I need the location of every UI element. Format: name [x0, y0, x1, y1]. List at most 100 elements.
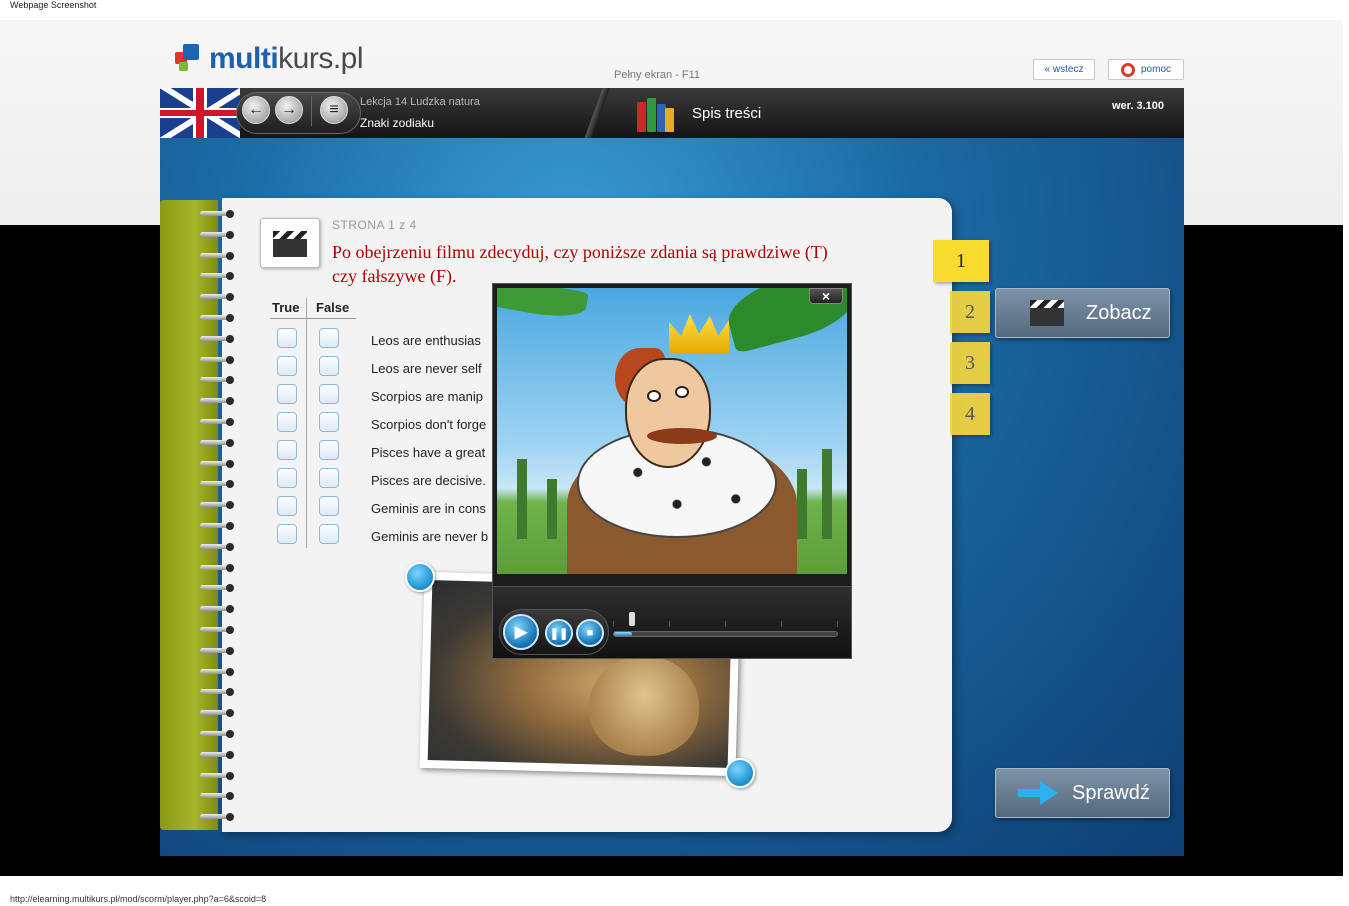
spiral-ring — [200, 272, 236, 281]
spiral-ring — [200, 646, 236, 655]
header-underline — [270, 318, 356, 319]
nav-divider — [311, 96, 312, 126]
books-icon[interactable] — [635, 96, 675, 132]
logo-mark-icon — [175, 44, 205, 74]
help-button-label: pomoc — [1140, 64, 1171, 75]
question-text: Scorpios are manip — [371, 389, 483, 404]
page-tab-2[interactable]: 2 — [950, 291, 990, 333]
false-checkbox[interactable] — [319, 384, 339, 404]
exercise-type-icon — [260, 218, 320, 268]
spiral-ring — [200, 522, 236, 530]
column-divider — [306, 298, 307, 548]
video-frame[interactable]: × — [497, 288, 847, 574]
spiral-ring — [200, 667, 236, 676]
player-toolbar: ← → ≡ Lekcja 14 Ludzka natura Znaki zodi… — [160, 88, 1184, 138]
watch-video-button[interactable]: Zobacz — [995, 288, 1170, 338]
spiral-ring — [200, 709, 236, 718]
seek-handle[interactable] — [628, 612, 635, 626]
fullscreen-hint: Pełny ekran - F11 — [614, 69, 701, 81]
question-text: Geminis are in cons — [371, 501, 486, 516]
page-counter: STRONA 1 z 4 — [332, 218, 417, 232]
lesson-subtitle: Znaki zodiaku — [360, 116, 435, 130]
back-button[interactable]: « wstecz — [1033, 59, 1095, 80]
arrow-right-icon: → — [281, 101, 297, 118]
false-checkbox[interactable] — [319, 468, 339, 488]
background-tree — [797, 469, 807, 539]
true-checkbox[interactable] — [277, 384, 297, 404]
true-checkbox[interactable] — [277, 468, 297, 488]
true-checkbox[interactable] — [277, 328, 297, 348]
false-checkbox[interactable] — [319, 328, 339, 348]
check-answers-button[interactable]: Sprawdź — [995, 768, 1170, 818]
true-checkbox[interactable] — [277, 496, 297, 516]
stop-icon: ■ — [586, 627, 594, 639]
false-checkbox[interactable] — [319, 412, 339, 432]
king-mustache — [647, 428, 717, 444]
seek-progress — [614, 632, 632, 636]
king-head — [625, 358, 711, 468]
spiral-ring — [200, 813, 236, 822]
play-button[interactable]: ▶ — [503, 614, 539, 650]
spiral-ring — [200, 771, 236, 780]
page-tab-3[interactable]: 3 — [950, 342, 990, 384]
true-checkbox[interactable] — [277, 356, 297, 376]
logo-text-kurs: kurs.pl — [278, 42, 364, 75]
close-video-button[interactable]: × — [809, 288, 843, 304]
watch-button-label: Zobacz — [1086, 301, 1152, 324]
background-tree — [547, 479, 557, 539]
false-checkbox[interactable] — [319, 356, 339, 376]
seek-ticks — [613, 621, 838, 627]
spiral-ring — [200, 584, 236, 593]
previous-page-button[interactable]: ← — [242, 96, 270, 124]
true-checkbox[interactable] — [277, 412, 297, 432]
status-bar-url: http://elearning.multikurs.pl/mod/scorm/… — [10, 894, 267, 904]
table-of-contents-link[interactable]: Spis treści — [692, 105, 761, 122]
background-tree — [517, 459, 527, 539]
list-icon: ≡ — [329, 101, 339, 118]
spiral-ring — [200, 480, 236, 489]
lesson-menu-button[interactable]: ≡ — [320, 96, 348, 124]
page-tab-4[interactable]: 4 — [950, 393, 990, 435]
true-column-header: True — [272, 300, 300, 315]
false-checkbox[interactable] — [319, 496, 339, 516]
question-text: Geminis are never b — [371, 529, 489, 544]
spiral-ring — [200, 626, 236, 634]
seek-bar[interactable] — [613, 612, 838, 637]
spiral-ring — [200, 688, 236, 697]
crown-icon — [669, 314, 729, 354]
pushpin-icon — [405, 562, 435, 592]
question-text: Leos are never self — [371, 361, 482, 376]
pause-button[interactable]: ❚❚ — [545, 619, 573, 647]
spiral-ring — [200, 792, 236, 801]
logo-text: multikurs.pl — [209, 42, 364, 76]
lesson-title: Lekcja 14 Ludzka natura — [360, 96, 480, 108]
arrow-left-icon: ← — [248, 101, 264, 118]
true-checkbox[interactable] — [277, 440, 297, 460]
false-checkbox[interactable] — [319, 524, 339, 544]
multikurs-logo[interactable]: multikurs.pl — [175, 42, 364, 76]
exercise-instruction: Po obejrzeniu filmu zdecyduj, czy poniżs… — [332, 242, 828, 286]
clapperboard-icon — [273, 231, 307, 257]
false-checkbox[interactable] — [319, 440, 339, 460]
arrow-right-icon — [1018, 781, 1058, 805]
pushpin-icon — [725, 758, 755, 788]
question-text: Scorpios don't forge — [371, 417, 487, 432]
uk-flag-icon — [160, 88, 240, 138]
true-checkbox[interactable] — [277, 524, 297, 544]
help-button[interactable]: pomoc — [1108, 59, 1184, 80]
spiral-ring — [200, 438, 236, 447]
play-icon: ▶ — [514, 624, 528, 641]
spiral-ring — [200, 334, 236, 343]
stop-button[interactable]: ■ — [576, 619, 604, 647]
spiral-ring — [200, 459, 236, 468]
lion-face — [587, 654, 701, 758]
lifebuoy-icon — [1120, 62, 1135, 77]
page-tab-1[interactable]: 1 — [933, 240, 989, 282]
spiral-ring — [200, 355, 236, 364]
version-label: wer. 3.100 — [1112, 100, 1164, 112]
spiral-ring — [200, 563, 236, 572]
spiral-ring — [200, 418, 236, 426]
next-page-button[interactable]: → — [275, 96, 303, 124]
spiral-ring — [200, 376, 236, 385]
question-text: Pisces have a great — [371, 445, 486, 460]
